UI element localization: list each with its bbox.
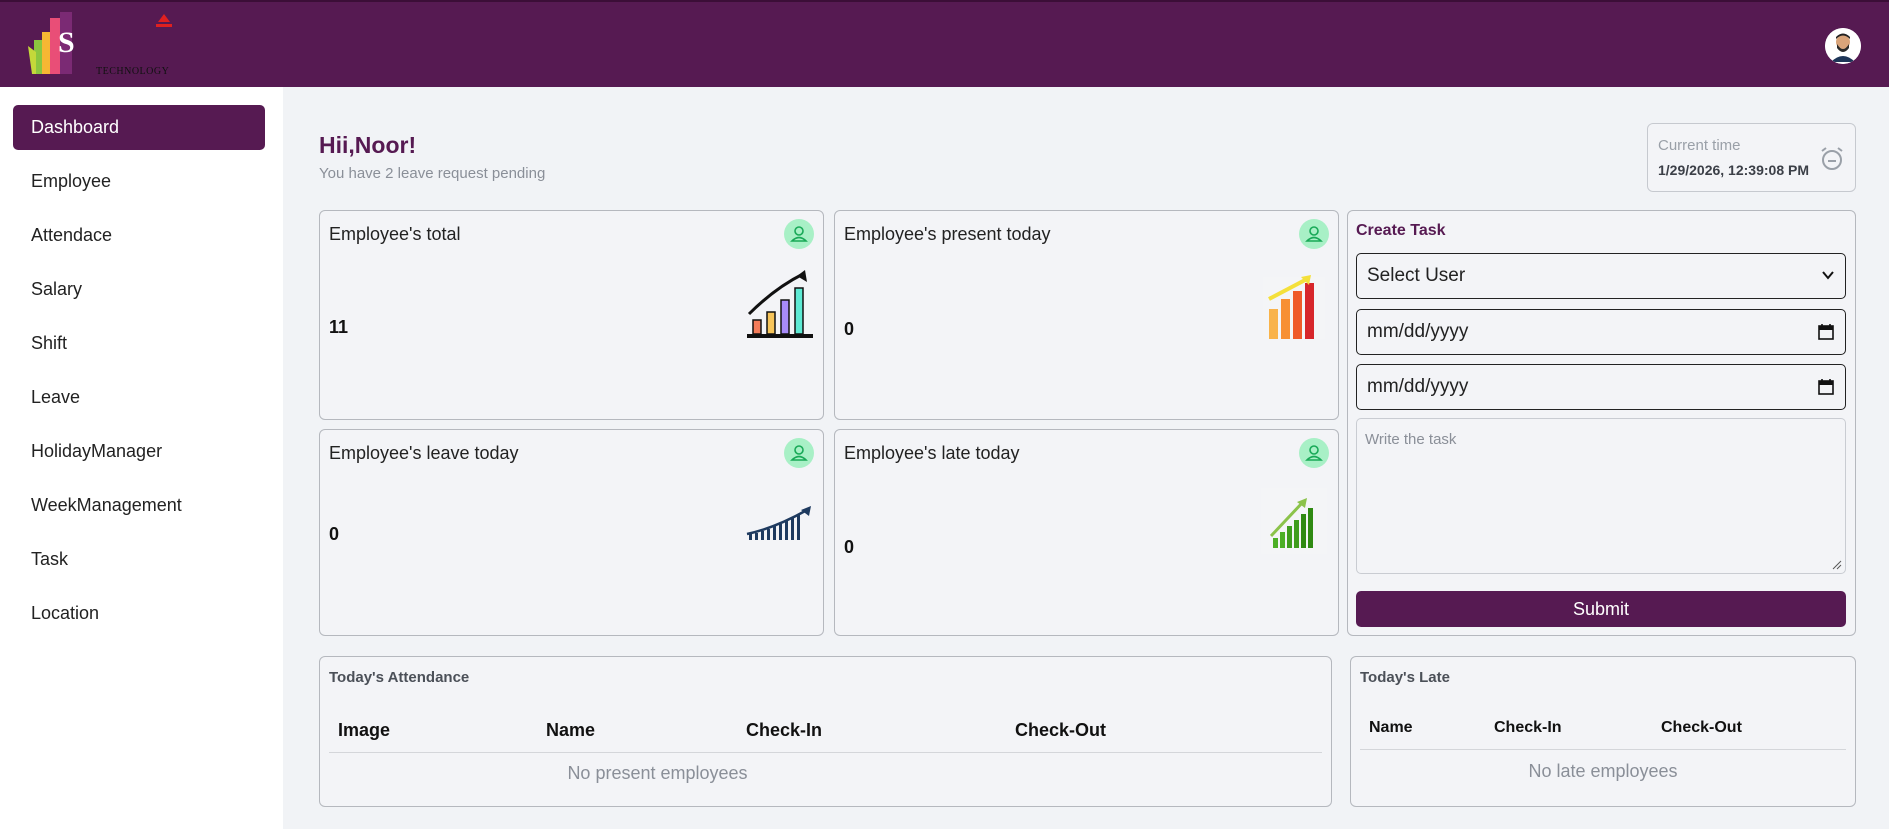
attendance-title: Today's Attendance — [329, 669, 470, 686]
user-icon — [784, 219, 814, 249]
user-icon — [1299, 438, 1329, 468]
current-time-value: 1/29/2026, 12:39:08 PM — [1658, 162, 1809, 178]
calendar-icon[interactable] — [1817, 323, 1835, 341]
sidebar-item-shift[interactable]: Shift — [13, 321, 265, 366]
current-time-box: Current time 1/29/2026, 12:39:08 PM — [1647, 123, 1856, 192]
top-bar: S TECHNOLOGY — [0, 0, 1889, 87]
user-icon — [784, 438, 814, 468]
sidebar-item-task[interactable]: Task — [13, 537, 265, 582]
stat-card-value: 0 — [844, 319, 855, 339]
todays-attendance-panel: Today's Attendance Image Name Check-In C… — [319, 656, 1332, 807]
sidebar-item-salary[interactable]: Salary — [13, 267, 265, 312]
select-user-dropdown[interactable]: Select User — [1356, 253, 1846, 299]
end-date-input[interactable]: mm/dd/yyyy — [1356, 364, 1846, 410]
greeting-title: Hii,Noor! — [319, 132, 417, 158]
start-date-input[interactable]: mm/dd/yyyy — [1356, 309, 1846, 355]
stat-card-value: 0 — [329, 524, 340, 544]
attendance-col-name: Name — [546, 720, 596, 740]
task-textarea[interactable]: Write the task — [1356, 418, 1846, 574]
sidebar-item-holiday-manager[interactable]: HolidayManager — [13, 429, 265, 474]
late-title: Today's Late — [1360, 669, 1450, 686]
logo-text: TECHNOLOGY — [96, 66, 170, 77]
late-col-checkin: Check-In — [1494, 719, 1562, 736]
select-user-value: Select User — [1367, 265, 1466, 286]
stat-card-value: 0 — [844, 537, 855, 557]
stat-card-total: Employee's total 11 — [319, 210, 824, 420]
todays-late-panel: Today's Late Name Check-In Check-Out No … — [1350, 656, 1856, 807]
create-task-title: Create Task — [1356, 222, 1446, 239]
create-task-panel: Create Task Select User mm/dd/yyyy mm/dd… — [1347, 210, 1856, 636]
user-avatar[interactable] — [1825, 28, 1861, 64]
chevron-down-icon — [1821, 254, 1835, 315]
table-divider — [329, 752, 1322, 753]
sidebar-item-dashboard[interactable]: Dashboard — [13, 105, 265, 150]
attendance-col-checkin: Check-In — [746, 720, 823, 740]
attendance-empty-message: No present employees — [567, 763, 748, 783]
sidebar-item-leave[interactable]: Leave — [13, 375, 265, 420]
attendance-col-image: Image — [338, 720, 391, 740]
submit-button[interactable]: Submit — [1356, 591, 1846, 627]
stat-card-title: Employee's present today — [844, 224, 1051, 244]
sidebar-item-week-management[interactable]: WeekManagement — [13, 483, 265, 528]
stat-card-title: Employee's late today — [844, 443, 1020, 463]
sidebar-item-employee[interactable]: Employee — [13, 159, 265, 204]
alarm-clock-icon — [1821, 147, 1843, 170]
green-bar-chart-icon — [1261, 488, 1327, 554]
sidebar: Dashboard Employee Attendace Salary Shif… — [0, 87, 283, 829]
sidebar-item-location[interactable]: Location — [13, 591, 265, 636]
late-col-checkout: Check-Out — [1661, 719, 1742, 736]
user-avatar-icon — [1825, 28, 1861, 64]
task-textarea-placeholder: Write the task — [1365, 431, 1457, 448]
growth-bar-chart-icon — [747, 270, 813, 338]
rising-bar-chart-icon — [1263, 275, 1325, 339]
company-logo[interactable]: S TECHNOLOGY — [28, 10, 178, 82]
table-divider — [1360, 749, 1846, 750]
start-date-placeholder: mm/dd/yyyy — [1367, 321, 1469, 342]
stat-card-leave: Employee's leave today 0 — [319, 429, 824, 636]
late-empty-message: No late employees — [1528, 761, 1678, 781]
stat-card-value: 11 — [329, 317, 349, 337]
trend-arrow-chart-icon — [746, 506, 811, 540]
user-icon — [1299, 219, 1329, 249]
main-content: Hii,Noor! You have 2 leave request pendi… — [283, 87, 1889, 829]
stat-card-title: Employee's leave today — [329, 443, 519, 463]
current-time-label: Current time — [1658, 137, 1741, 154]
resize-grip-icon[interactable] — [1832, 560, 1842, 570]
stat-card-late: Employee's late today 0 — [834, 429, 1339, 636]
greeting-subtitle: You have 2 leave request pending — [319, 165, 546, 182]
stat-card-present: Employee's present today 0 — [834, 210, 1339, 420]
attendance-col-checkout: Check-Out — [1015, 720, 1107, 740]
end-date-placeholder: mm/dd/yyyy — [1367, 376, 1469, 397]
late-col-name: Name — [1369, 719, 1413, 736]
logo-letter: S — [58, 26, 75, 59]
stat-card-title: Employee's total — [329, 224, 461, 244]
sidebar-item-attendance[interactable]: Attendace — [13, 213, 265, 258]
calendar-icon[interactable] — [1817, 378, 1835, 396]
